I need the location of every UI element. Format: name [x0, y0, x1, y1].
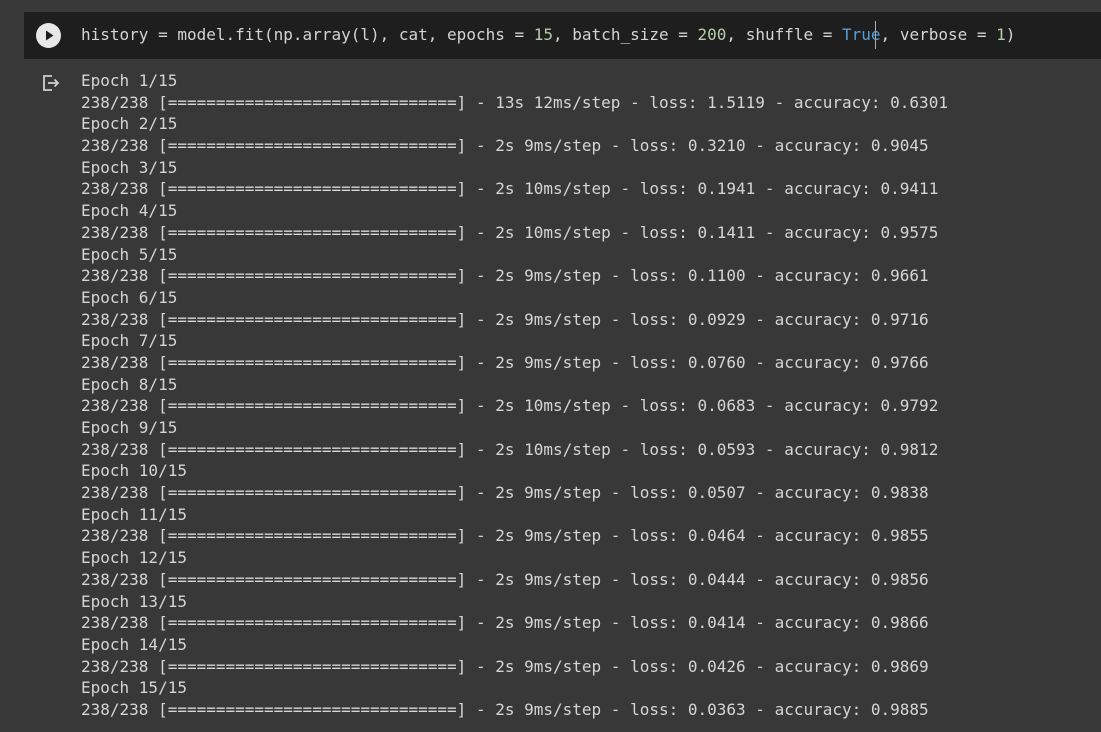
code-text: history = model.fit(np.array(l), cat, ep…: [81, 25, 534, 44]
cell-output: Epoch 1/15 238/238 [=====================…: [81, 70, 948, 721]
epoch-header: Epoch 13/15: [81, 591, 187, 611]
epoch-progress-line: 238/238 [==============================]…: [81, 136, 929, 156]
code-text: ): [1005, 25, 1016, 44]
output-redirect-icon[interactable]: [41, 73, 61, 93]
code-text: , verbose =: [880, 25, 997, 44]
epoch-header: Epoch 14/15: [81, 634, 187, 654]
epoch-progress-line: 238/238 [==============================]…: [81, 352, 929, 372]
epoch-header: Epoch 11/15: [81, 504, 187, 524]
epoch-header: Epoch 12/15: [81, 548, 187, 568]
text-cursor: [875, 21, 876, 49]
epoch-progress-line: 238/238 [==============================]…: [81, 569, 929, 589]
epoch-header: Epoch 1/15: [81, 71, 178, 90]
epoch-progress-line: 238/238 [==============================]…: [81, 439, 939, 459]
epoch-header: Epoch 5/15: [81, 244, 178, 264]
epoch-header: Epoch 10/15: [81, 461, 187, 481]
epoch-header: Epoch 3/15: [81, 157, 178, 177]
code-number-epochs: 15: [533, 25, 554, 44]
play-icon: [46, 30, 54, 41]
epoch-progress-line: 238/238 [==============================]…: [81, 309, 929, 329]
code-text: , shuffle =: [726, 25, 843, 44]
epoch-header: Epoch 9/15: [81, 418, 178, 437]
epoch-progress-line: 238/238 [==============================]…: [81, 222, 939, 242]
code-number-batch-size: 200: [697, 25, 727, 44]
epoch-header: Epoch 15/15: [81, 678, 187, 698]
epoch-progress-line: 238/238 [==============================]…: [81, 266, 929, 286]
epoch-header: Epoch 4/15: [81, 201, 178, 221]
epoch-header: Epoch 7/15: [81, 331, 178, 351]
epoch-progress-line: 238/238 [==============================]…: [81, 526, 929, 546]
code-cell[interactable]: history = model.fit(np.array(l), cat, ep…: [24, 12, 1101, 59]
code-text: , batch_size =: [553, 25, 698, 44]
epoch-progress-line: 238/238 [==============================]…: [81, 483, 929, 503]
epoch-progress-line: 238/238 [==============================]…: [81, 396, 939, 416]
epoch-header: Epoch 6/15: [81, 287, 178, 307]
epoch-progress-line: 238/238 [==============================]…: [81, 656, 929, 676]
code-number-verbose: 1: [996, 25, 1006, 44]
epoch-header: Epoch 2/15: [81, 114, 178, 134]
epoch-header: Epoch 8/15: [81, 374, 178, 394]
run-cell-button[interactable]: [36, 23, 61, 48]
epoch-progress-line: 238/238 [==============================]…: [81, 613, 929, 633]
epoch-progress-line: 238/238 [==============================]…: [81, 92, 948, 112]
epoch-progress-line: 238/238 [==============================]…: [81, 179, 939, 199]
epoch-progress-line: 238/238 [==============================]…: [81, 699, 929, 719]
